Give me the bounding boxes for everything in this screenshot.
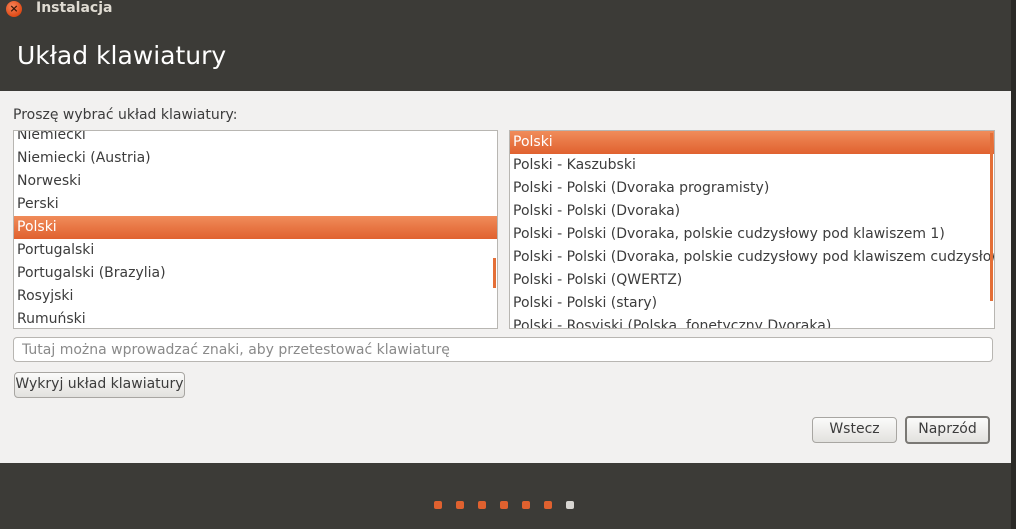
layout-list-item[interactable]: Niemiecki [14, 131, 497, 147]
layout-list-item[interactable]: Norweski [14, 170, 497, 193]
layout-list[interactable]: Niemiecki Niemiecki (Austria) Norweski Pers… [13, 130, 498, 329]
layout-list-item[interactable]: Niemiecki (Austria) [14, 147, 497, 170]
page-header: Układ klawiatury [0, 18, 1011, 91]
window-title: Instalacja [36, 0, 113, 16]
layout-list-scrollbar[interactable] [493, 258, 496, 288]
forward-button[interactable]: Naprzód [905, 416, 990, 444]
variant-list-item[interactable]: Polski - Rosyjski (Polska, fonetyczny Dv… [510, 315, 994, 328]
layout-prompt: Proszę wybrać układ klawiatury: [13, 107, 238, 123]
page-title: Układ klawiatury [17, 41, 227, 70]
variant-list-item[interactable]: Polski - Polski (Dvoraka programisty) [510, 177, 994, 200]
title-bar: × Instalacja [0, 0, 1016, 18]
layout-list-item[interactable]: Rosyjski [14, 285, 497, 308]
progress-step-dot [500, 501, 508, 509]
variant-list-item[interactable]: Polski - Polski (QWERTZ) [510, 269, 994, 292]
variant-list[interactable]: Polski Polski - Kaszubski Polski - Polski … [509, 130, 995, 329]
variant-list-scrollbar[interactable] [990, 133, 993, 301]
layout-list-item[interactable]: Rumuński [14, 308, 497, 328]
layout-list-item[interactable]: Portugalski [14, 239, 497, 262]
progress-step-dot [544, 501, 552, 509]
progress-step-dot [566, 501, 574, 509]
installer-window: × Instalacja Układ klawiatury Proszę wyb… [0, 0, 1016, 529]
dialog-content: Proszę wybrać układ klawiatury: Niemieck… [0, 91, 1011, 463]
variant-list-item[interactable]: Polski - Polski (stary) [510, 292, 994, 315]
progress-footer [0, 463, 1011, 529]
variant-list-item[interactable]: Polski - Kaszubski [510, 154, 994, 177]
layout-list-rows: Niemiecki Niemiecki (Austria) Norweski Pers… [14, 131, 497, 328]
layout-list-item[interactable]: Polski [14, 216, 497, 239]
progress-step-dot [434, 501, 442, 509]
back-button[interactable]: Wstecz [812, 417, 897, 443]
progress-step-dot [478, 501, 486, 509]
progress-step-dot [456, 501, 464, 509]
progress-step-dot [522, 501, 530, 509]
layout-list-item[interactable]: Perski [14, 193, 497, 216]
layout-list-item[interactable]: Portugalski (Brazylia) [14, 262, 497, 285]
keyboard-test-input[interactable] [13, 337, 993, 362]
variant-list-item[interactable]: Polski [510, 131, 994, 154]
variant-list-item[interactable]: Polski - Polski (Dvoraka, polskie cudzys… [510, 246, 994, 269]
variant-list-rows: Polski Polski - Kaszubski Polski - Polski … [510, 131, 994, 328]
window-edge [1011, 0, 1016, 529]
close-icon[interactable]: × [6, 1, 22, 17]
detect-layout-button[interactable]: Wykryj układ klawiatury [14, 372, 185, 398]
variant-list-item[interactable]: Polski - Polski (Dvoraka) [510, 200, 994, 223]
variant-list-item[interactable]: Polski - Polski (Dvoraka, polskie cudzys… [510, 223, 994, 246]
